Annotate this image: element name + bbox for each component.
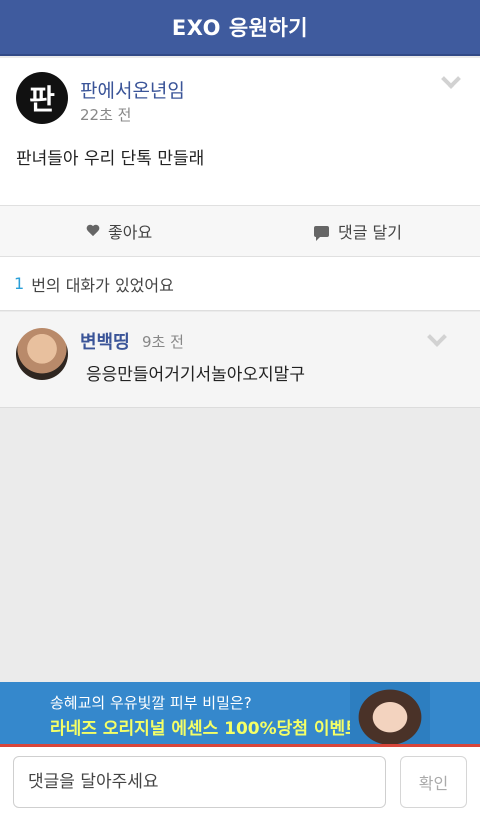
ad-model-image (350, 682, 430, 746)
comment-label: 댓글 달기 (338, 223, 402, 242)
avatar-initial: 판 (29, 83, 55, 116)
app-header: EXO 응원하기 (0, 0, 480, 56)
like-label: 좋아요 (108, 223, 153, 242)
comment-item: 변백띵 9초 전 응응만들어거기서놀아오지말구 (0, 312, 480, 408)
chevron-down-icon[interactable] (427, 327, 447, 347)
heart-icon (86, 225, 100, 238)
post-card: 판 판에서온년임 22초 전 판녀들아 우리 단톡 만들래 (0, 58, 480, 205)
confirm-button[interactable]: 확인 (400, 756, 467, 808)
ad-headline: 송혜교의 우유빛깔 피부 비밀은? (50, 694, 252, 712)
conversation-count: 1 번의 대화가 있었어요 (0, 257, 480, 311)
ad-banner[interactable]: 송혜교의 우유빛깔 피부 비밀은? 라네즈 오리지널 에센스 100%당첨 이벤… (0, 682, 480, 746)
comment-input[interactable] (13, 756, 386, 808)
chevron-down-icon[interactable] (441, 69, 461, 89)
comment-bubble-icon (314, 225, 329, 241)
conversation-count-text: 번의 대화가 있었어요 (31, 275, 174, 295)
post-timestamp: 22초 전 (80, 106, 132, 124)
page-title: EXO 응원하기 (171, 16, 309, 40)
comment-author[interactable]: 변백띵 (80, 328, 130, 354)
comment-body: 응응만들어거기서놀아오지말구 (86, 365, 305, 385)
comment-composer: 확인 (0, 747, 480, 816)
avatar[interactable] (16, 328, 68, 380)
write-comment-button[interactable]: 댓글 달기 (314, 206, 402, 256)
post-author[interactable]: 판에서온년임 (80, 76, 185, 103)
ad-promo-text: 라네즈 오리지널 에센스 100%당첨 이벤트 (50, 719, 361, 739)
post-actions: 좋아요 댓글 달기 (0, 205, 480, 257)
conversation-count-number: 1 (14, 274, 25, 293)
avatar[interactable]: 판 (16, 72, 68, 124)
comment-timestamp: 9초 전 (142, 333, 184, 351)
like-button[interactable]: 좋아요 (86, 206, 152, 256)
post-body: 판녀들아 우리 단톡 만들래 (16, 149, 205, 169)
